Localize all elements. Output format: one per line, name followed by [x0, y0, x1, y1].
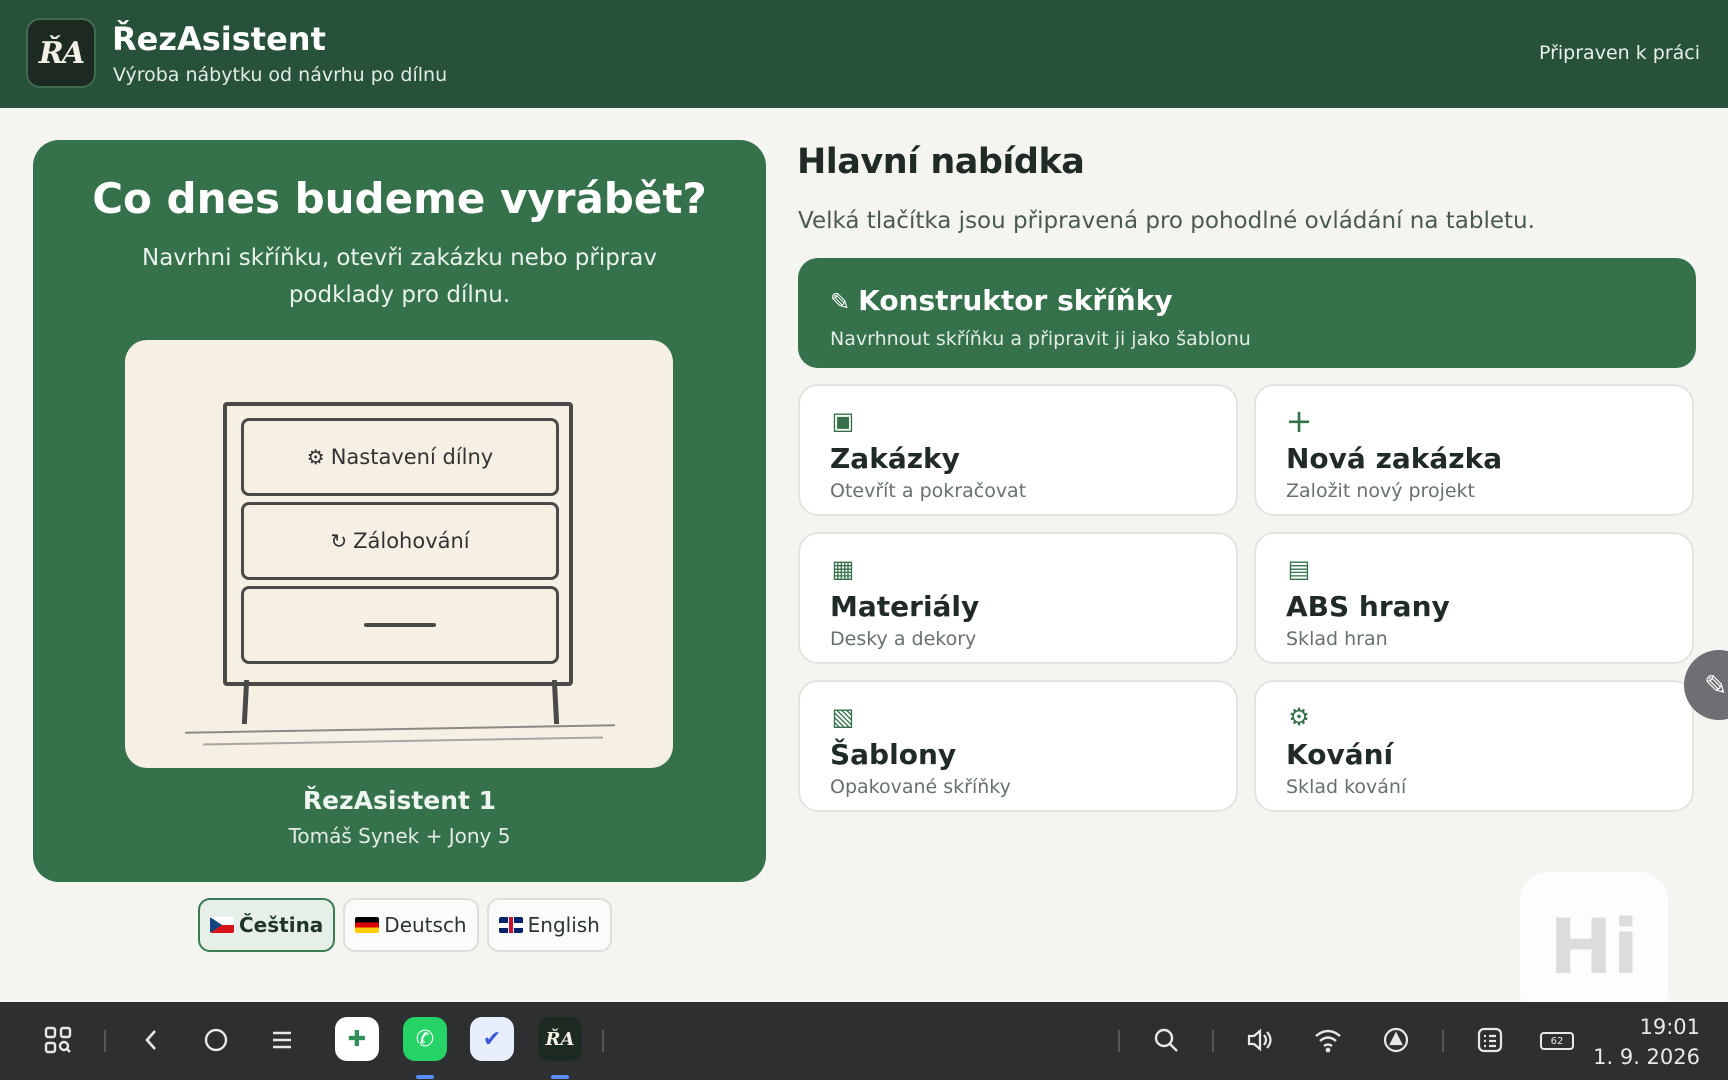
clock-time: 19:01: [1639, 1015, 1700, 1039]
card-title: ABS hrany: [1286, 590, 1450, 623]
clock-date: 1. 9. 2026: [1593, 1045, 1700, 1069]
templates-card[interactable]: ▧ Šablony Opakované skříňky: [798, 680, 1238, 812]
mail-icon[interactable]: ✔: [470, 1017, 514, 1061]
language-label: English: [527, 913, 600, 937]
app-drawer-icon[interactable]: [38, 1020, 78, 1060]
workshop-settings-label: Nastavení dílny: [330, 445, 494, 469]
taskbar-divider: [602, 1030, 604, 1052]
language-button-de[interactable]: Deutsch: [343, 898, 479, 952]
czech-flag-icon: [210, 917, 234, 933]
card-subtitle: Založit nový projekt: [1286, 480, 1475, 502]
device-name: ŘezAsistent 1: [302, 786, 497, 815]
pencil-icon: ✎: [830, 288, 851, 316]
back-icon[interactable]: [132, 1020, 172, 1060]
floor-line: [203, 736, 603, 746]
card-title: Zakázky: [830, 442, 960, 475]
card-subtitle: Sklad kování: [1286, 776, 1407, 798]
plus-icon: +: [1285, 402, 1313, 440]
navigation-icon[interactable]: [1376, 1020, 1416, 1060]
language-button-cs[interactable]: Čeština: [198, 898, 336, 952]
app-header: ŘA ŘezAsistent Výroba nábytku od návrhu …: [0, 0, 1728, 108]
cabinet-designer-label: Konstruktor skříňky: [858, 284, 1173, 317]
abs-edges-card[interactable]: ▤ ABS hrany Sklad hran: [1254, 532, 1694, 664]
assistant-overlay-widget[interactable]: Hi: [1520, 872, 1668, 1020]
hatched-square-icon: ▧: [831, 703, 855, 731]
list-icon: ▤: [1287, 555, 1311, 583]
hero-text: Navrhni skříňku, otevři zakázku nebo při…: [141, 245, 658, 308]
backup-label: Zálohování: [353, 529, 470, 553]
new-order-card[interactable]: + Nová zakázka Založit nový projekt: [1254, 384, 1694, 516]
app-grid-icon[interactable]: ✚: [335, 1017, 379, 1061]
cabinet-leg: [241, 679, 250, 725]
gear-icon: ⚙: [306, 445, 325, 469]
language-label: Deutsch: [384, 913, 467, 937]
taskbar-divider: [1118, 1030, 1120, 1052]
cabinet-leg: [551, 679, 560, 725]
search-icon[interactable]: [1146, 1020, 1186, 1060]
taskbar-divider: [104, 1030, 106, 1052]
backup-button[interactable]: ↻ Zálohování: [241, 502, 559, 580]
language-switcher: Čeština Deutsch English: [198, 898, 612, 952]
card-title: Kování: [1286, 738, 1394, 771]
card-title: Šablony: [830, 738, 957, 771]
battery-icon: 62: [1540, 1032, 1574, 1050]
card-subtitle: Opakované skříňky: [830, 776, 1011, 798]
cabinet-designer-button[interactable]: ✎ Konstruktor skříňky Navrhnout skříňku a…: [798, 258, 1696, 368]
rezasistent-icon[interactable]: ŘA: [538, 1017, 582, 1061]
hardware-card[interactable]: ⚙ Kování Sklad kování: [1254, 680, 1694, 812]
uk-flag-icon: [498, 917, 523, 933]
logo-text: ŘA: [38, 35, 85, 71]
cabinet-designer-title: ✎ Konstruktor skříňky: [830, 284, 1173, 317]
card-title: Nová zakázka: [1286, 442, 1503, 475]
status-text: Připraven k práci: [1538, 42, 1700, 64]
volume-icon[interactable]: [1240, 1020, 1280, 1060]
materials-card[interactable]: ▦ Materiály Desky a dekory: [798, 532, 1238, 664]
device-owner: Tomáš Synek + Jony 5: [288, 824, 511, 848]
language-label: Čeština: [239, 913, 324, 937]
hero-title: Co dnes budeme vyrábět?: [92, 174, 707, 223]
home-icon[interactable]: [196, 1020, 236, 1060]
gear-icon: ⚙: [1288, 703, 1310, 731]
card-subtitle: Otevřít a pokračovat: [830, 480, 1027, 502]
folder-square-icon: ▣: [831, 407, 855, 435]
workshop-settings-button[interactable]: ⚙ Nastavení dílny: [241, 418, 559, 496]
wifi-icon[interactable]: [1308, 1020, 1348, 1060]
cabinet-drawer: [241, 586, 559, 664]
language-button-en[interactable]: English: [486, 898, 612, 952]
orders-card[interactable]: ▣ Zakázky Otevřít a pokračovat: [798, 384, 1238, 516]
clock: 19:01 1. 9. 2026: [1593, 1012, 1700, 1072]
card-title: Materiály: [830, 590, 980, 623]
whatsapp-icon[interactable]: ✆: [403, 1017, 447, 1061]
menu-title: Hlavní nabídka: [797, 142, 1085, 182]
app-subtitle: Výroba nábytku od návrhu po dílnu: [113, 64, 448, 86]
app-logo: ŘA: [26, 18, 96, 88]
drawer-handle: [364, 623, 436, 627]
grid-icon: ▦: [831, 555, 855, 583]
menu-subtitle: Velká tlačítka jsou připravená pro pohod…: [798, 208, 1535, 234]
taskbar-divider: [1212, 1030, 1214, 1052]
running-indicator: [416, 1075, 434, 1079]
running-indicator: [551, 1075, 569, 1079]
hero-panel: Co dnes budeme vyrábět? Navrhni skříňku,…: [33, 140, 766, 882]
refresh-icon: ↻: [330, 529, 348, 553]
notifications-icon[interactable]: [1470, 1020, 1510, 1060]
card-subtitle: Sklad hran: [1286, 628, 1388, 650]
floor-line: [185, 724, 615, 734]
system-taskbar: ✚ ✆ ✔ ŘA 62 19:01 1. 9. 2026: [0, 1002, 1728, 1080]
cabinet-illustration: ⚙ Nastavení dílny ↻ Zálohování: [125, 340, 673, 768]
taskbar-divider: [1442, 1030, 1444, 1052]
app-title: ŘezAsistent: [112, 20, 326, 58]
overlay-text: Hi: [1549, 901, 1639, 991]
recents-icon[interactable]: [262, 1020, 302, 1060]
cabinet-designer-subtitle: Navrhnout skříňku a připravit ji jako ša…: [830, 328, 1251, 350]
card-subtitle: Desky a dekory: [830, 628, 977, 650]
german-flag-icon: [355, 917, 380, 933]
cabinet-frame: ⚙ Nastavení dílny ↻ Zálohování: [223, 402, 573, 686]
pencil-icon: ✎: [1704, 668, 1728, 702]
